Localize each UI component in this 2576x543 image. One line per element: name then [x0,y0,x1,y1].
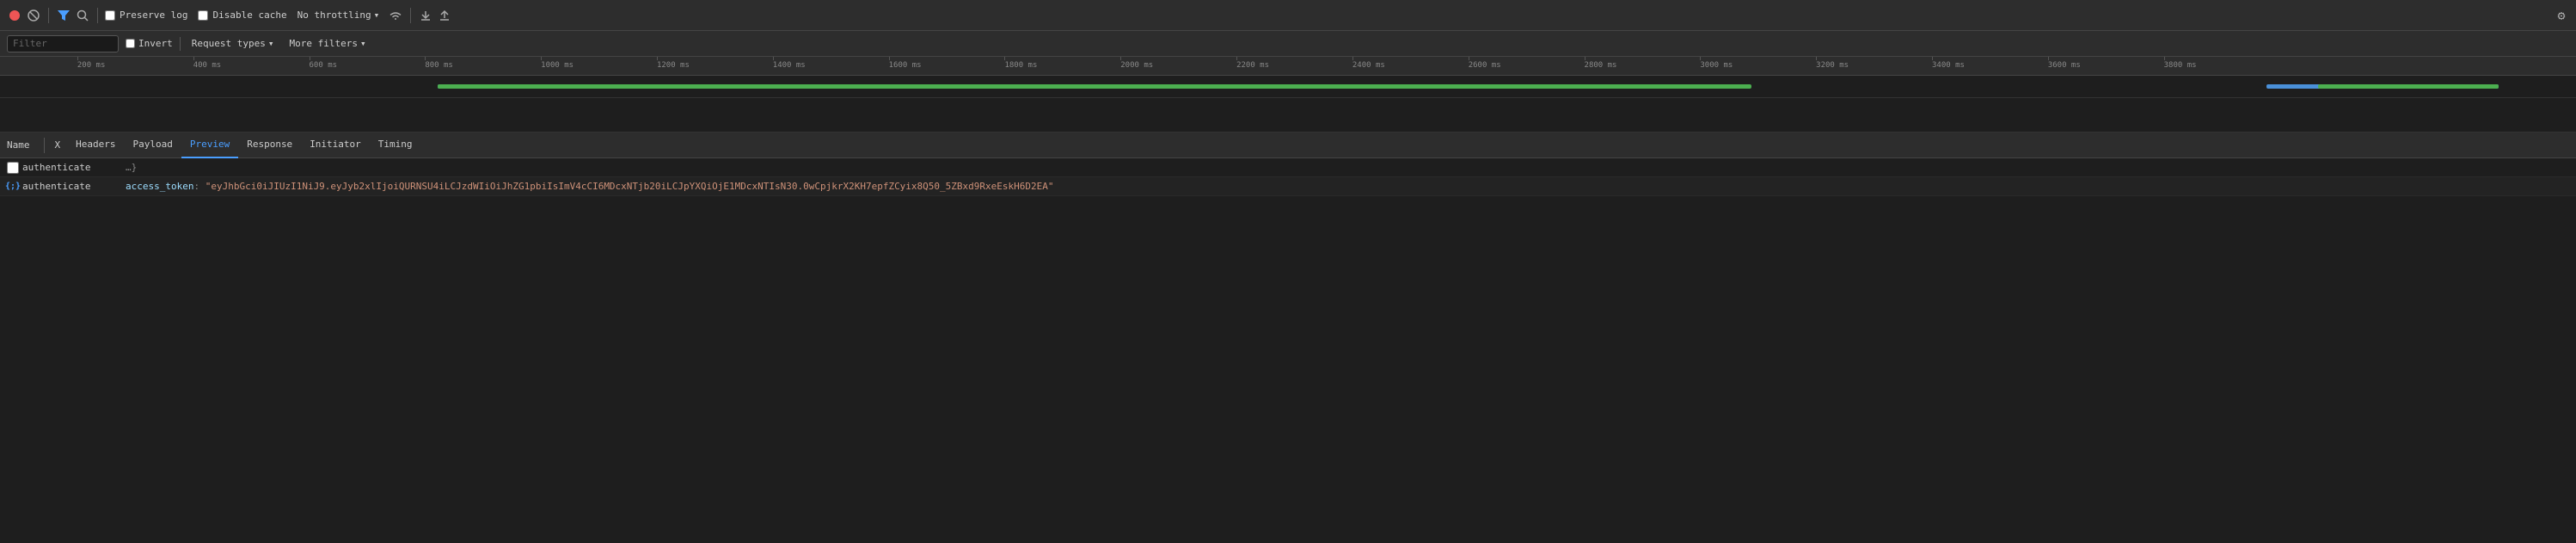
tick-2400ms: 2400 ms [1352,57,1385,70]
throttling-selector[interactable]: No throttling ▾ [294,8,383,22]
tab-payload[interactable]: Payload [124,133,181,158]
tab-headers[interactable]: Headers [67,133,124,158]
tick-1600ms: 1600 ms [889,57,922,70]
tick-3600ms: 3600 ms [2048,57,2081,70]
network-toolbar: Preserve log Disable cache No throttling… [0,0,2576,31]
tick-3400ms: 3400 ms [1932,57,1965,70]
export-har-button[interactable] [437,8,452,23]
tick-1800ms: 1800 ms [1004,57,1037,70]
disable-cache-checkbox[interactable] [198,10,208,21]
record-button[interactable] [7,8,22,23]
tick-2000ms: 2000 ms [1120,57,1153,70]
tick-2600ms: 2600 ms [1469,57,1501,70]
preserve-log-text: Preserve log [120,9,187,21]
timeline-green-bar-2 [2318,84,2499,89]
tick-3800ms: 3800 ms [2164,57,2197,70]
request-types-chevron: ▾ [268,38,274,49]
row-name: authenticate [22,181,126,192]
empty-timeline-area [0,98,2576,133]
stop-button[interactable] [26,8,41,23]
filter-bar: Invert Request types ▾ More filters ▾ [0,31,2576,57]
throttling-label: No throttling [297,9,371,21]
tab-preview[interactable]: Preview [181,133,238,158]
tab-x-close[interactable]: X [48,133,68,158]
timeline-bar-area [0,76,2576,98]
preserve-log-label[interactable]: Preserve log [105,9,187,21]
tick-600ms: 600 ms [310,57,338,70]
row-content: access_token: "eyJhbGci0iJIUzI1NiJ9.eyJy… [126,181,2569,192]
tick-200ms: 200 ms [77,57,106,70]
more-filters-button[interactable]: More filters ▾ [285,36,370,51]
tab-timing[interactable]: Timing [370,133,421,158]
disable-cache-label[interactable]: Disable cache [198,9,286,21]
disable-cache-text: Disable cache [212,9,286,21]
tick-800ms: 800 ms [425,57,453,70]
toolbar-divider-2 [97,8,98,23]
search-button[interactable] [75,8,90,23]
request-types-button[interactable]: Request types ▾ [187,36,279,51]
tick-1000ms: 1000 ms [541,57,573,70]
timeline-green-bar [438,84,1751,89]
filter-icon-button[interactable] [56,8,71,23]
tick-3000ms: 3000 ms [1700,57,1733,70]
tick-2200ms: 2200 ms [1236,57,1269,70]
json-icon: {;} [7,181,19,193]
invert-label[interactable]: Invert [126,38,173,49]
invert-checkbox[interactable] [126,39,135,48]
request-types-label: Request types [192,38,266,49]
tabs-divider [44,138,45,153]
preserve-log-checkbox[interactable] [105,10,115,21]
table-row[interactable]: authenticate …} [0,158,2576,177]
tick-2800ms: 2800 ms [1585,57,1617,70]
throttling-chevron: ▾ [374,9,380,21]
tick-1200ms: 1200 ms [657,57,690,70]
tick-3200ms: 3200 ms [1816,57,1849,70]
filter-bar-divider [180,37,181,51]
more-filters-chevron: ▾ [360,38,366,49]
toolbar-divider-3 [410,8,411,23]
tick-400ms: 400 ms [193,57,222,70]
filter-input[interactable] [7,35,119,52]
name-column-header: Name [7,133,40,158]
panel-tabs: Name X Headers Payload Preview Response … [0,133,2576,158]
import-har-button[interactable] [418,8,433,23]
table-row[interactable]: {;} authenticate access_token: "eyJhbGci… [0,177,2576,196]
tab-response[interactable]: Response [238,133,301,158]
row-content: …} [126,162,2569,173]
settings-button[interactable]: ⚙ [2554,8,2569,23]
invert-text: Invert [138,38,173,49]
toolbar-divider-1 [48,8,49,23]
data-rows-container: authenticate …} {;} authenticate access_… [0,158,2576,196]
timeline-ruler: 200 ms 400 ms 600 ms 800 ms 1000 ms 1200… [0,57,2576,76]
row-name: authenticate [22,162,126,173]
network-conditions-icon[interactable] [388,8,403,23]
row-checkbox[interactable] [7,162,19,174]
tick-1400ms: 1400 ms [773,57,806,70]
tab-initiator[interactable]: Initiator [301,133,370,158]
more-filters-label: More filters [289,38,357,49]
